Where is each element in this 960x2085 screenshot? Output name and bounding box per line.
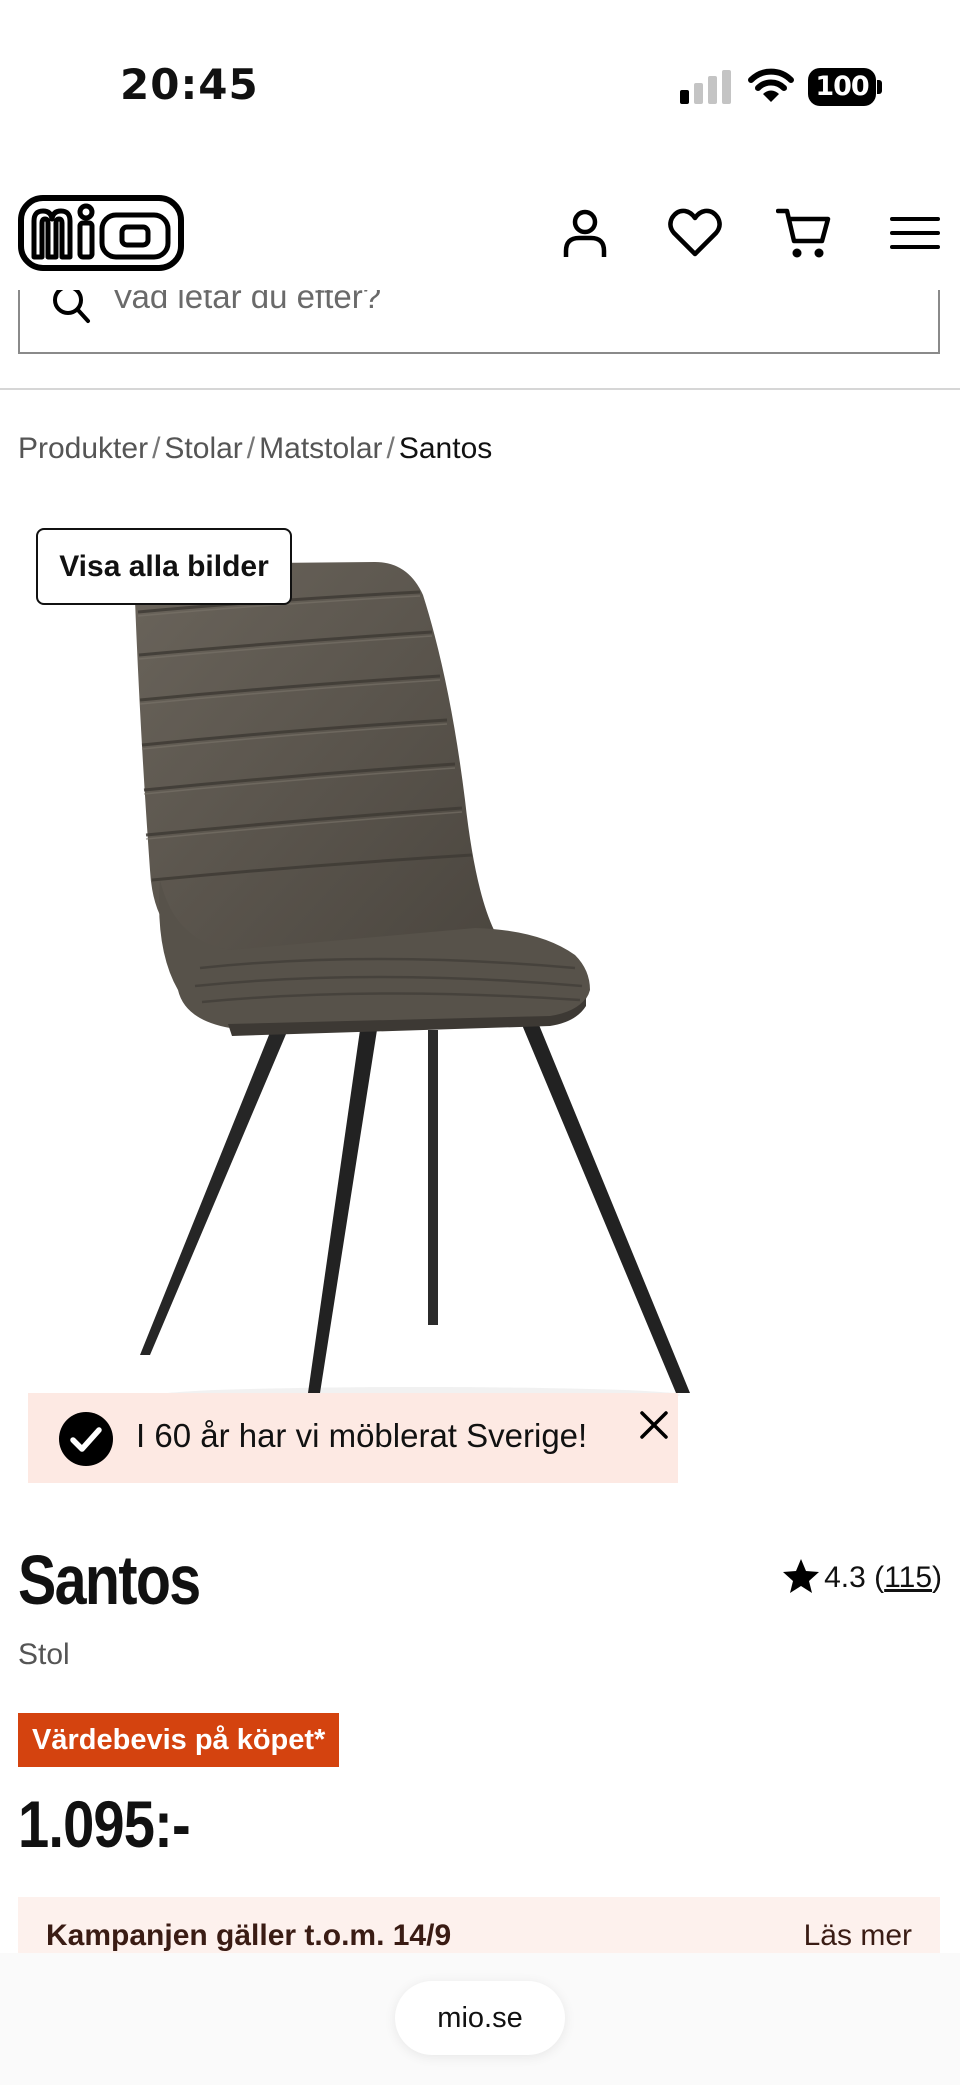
breadcrumb: Produkter / Stolar / Matstolar / Santos [18, 432, 492, 466]
breadcrumb-separator: / [386, 432, 395, 465]
rating-value: 4.3 [824, 1561, 866, 1594]
header-divider [0, 388, 960, 390]
product-title: Santos [18, 1541, 201, 1619]
search-icon [53, 290, 90, 323]
product-price: 1.095:- [18, 1787, 191, 1861]
campaign-read-more-link[interactable]: Läs mer [804, 1919, 912, 1953]
campaign-banner: Kampanjen gäller t.o.m. 14/9 Läs mer [18, 1897, 940, 1953]
review-count-link[interactable]: 115 [884, 1561, 932, 1594]
heart-icon[interactable] [667, 205, 723, 261]
browser-toolbar: mio.se [0, 1953, 960, 2085]
user-icon[interactable] [557, 205, 613, 261]
product-subtitle: Stol [18, 1638, 70, 1671]
campaign-text: Kampanjen gäller t.o.m. 14/9 [46, 1919, 452, 1952]
battery-level: 100 [808, 68, 876, 106]
close-icon[interactable] [636, 1407, 672, 1443]
breadcrumb-current: Santos [398, 432, 493, 465]
address-bar[interactable]: mio.se [395, 1981, 565, 2055]
menu-icon[interactable] [888, 205, 944, 261]
check-circle-icon [59, 1412, 113, 1466]
product-image[interactable] [120, 550, 700, 1400]
promo-badge: Värdebevis på köpet* [18, 1713, 340, 1767]
search-field[interactable]: Vad letar du efter? [18, 290, 940, 354]
cart-icon[interactable] [776, 205, 832, 261]
status-time: 20:45 [120, 60, 259, 109]
wifi-icon [748, 68, 794, 102]
battery-icon: 100 [808, 68, 882, 106]
star-icon [783, 1559, 820, 1593]
breadcrumb-item-stolar[interactable]: Stolar [164, 432, 242, 465]
notice-text: I 60 år har vi möblerat Sverige! [136, 1417, 588, 1454]
breadcrumb-item-produkter[interactable]: Produkter [18, 432, 148, 465]
product-rating[interactable]: 4.3 (115) [782, 1558, 942, 1595]
notice-banner: I 60 år har vi möblerat Sverige! [28, 1393, 678, 1483]
mio-logo[interactable] [18, 195, 184, 271]
search-input[interactable]: Vad letar du efter? [112, 290, 381, 316]
signal-icon [680, 70, 731, 104]
breadcrumb-item-matstolar[interactable]: Matstolar [259, 432, 382, 465]
show-all-images-button[interactable]: Visa alla bilder [36, 528, 292, 605]
breadcrumb-separator: / [246, 432, 256, 465]
breadcrumb-separator: / [152, 432, 161, 465]
